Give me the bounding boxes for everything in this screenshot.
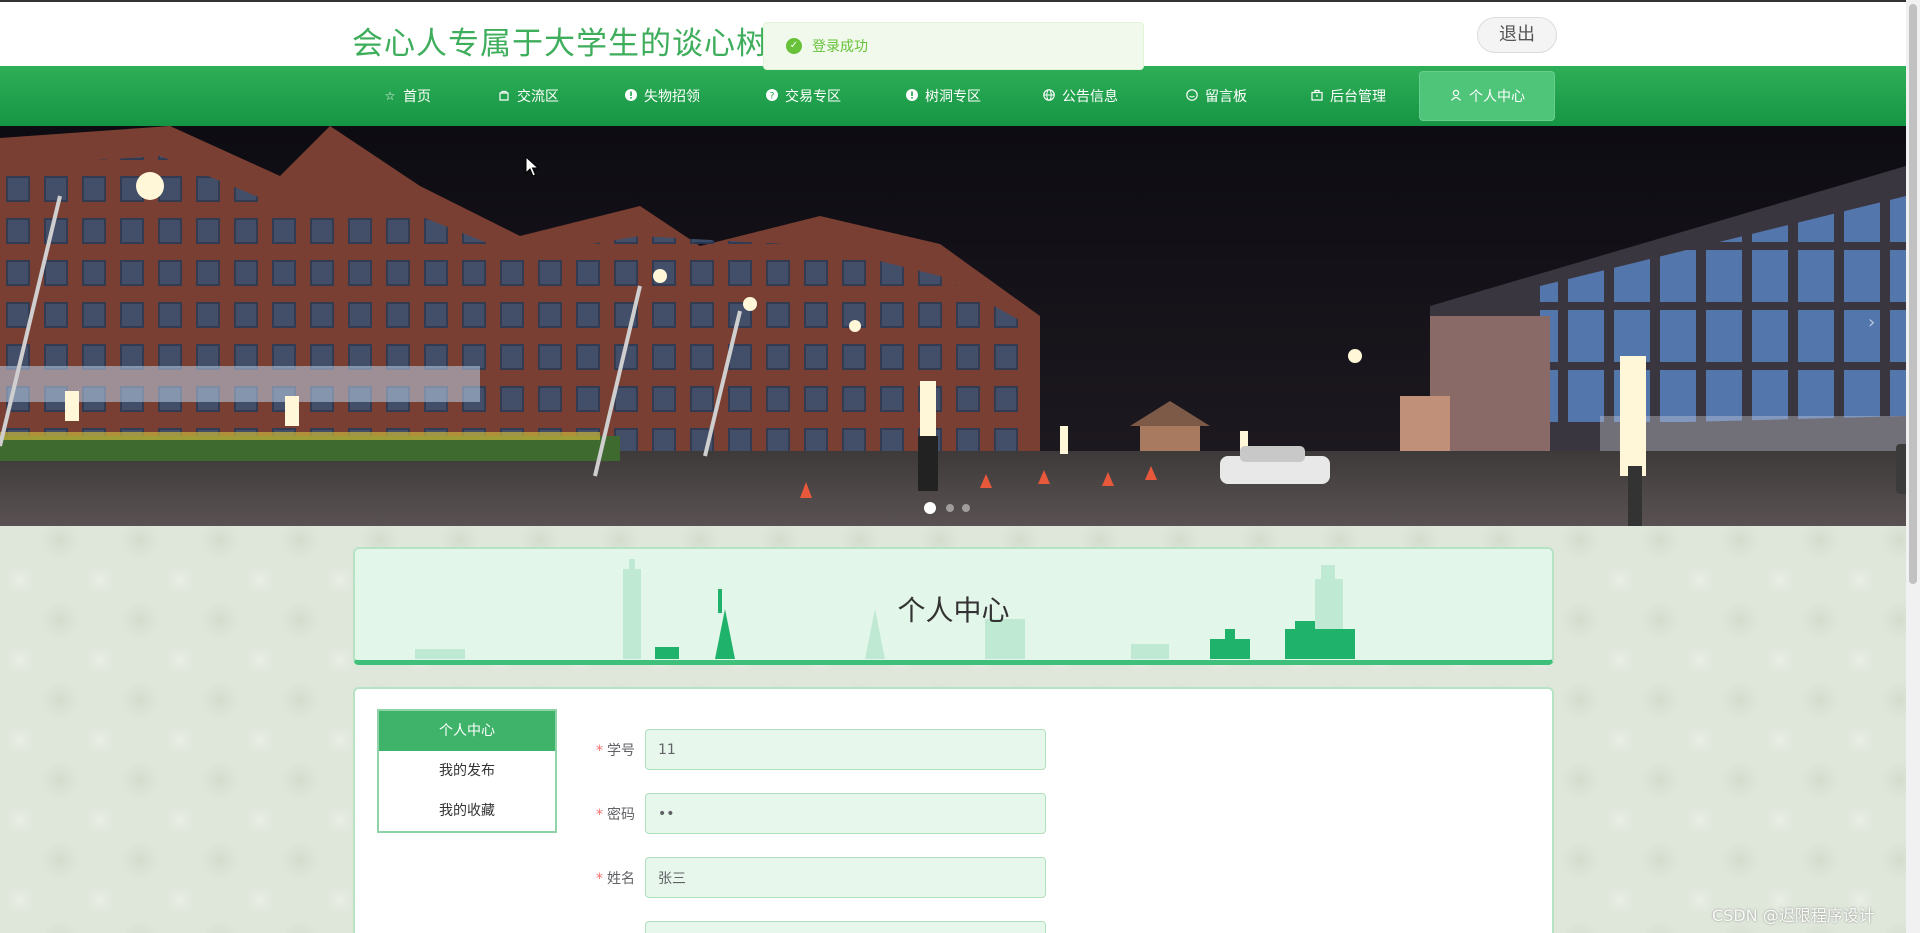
nav-item-forum[interactable]: 交流区 <box>488 71 568 121</box>
site-title: 会心人专属于大学生的谈心树洞 <box>352 26 800 62</box>
nav-item-home[interactable]: ☆ 首页 <box>372 71 442 121</box>
login-success-toast: ✓ 登录成功 <box>763 22 1144 70</box>
student-id-field[interactable] <box>645 729 1046 770</box>
profile-card: 个人中心 我的发布 我的收藏 *学号 *密码 *姓名 <box>353 687 1554 933</box>
nav-item-message-board[interactable]: 留言板 <box>1176 71 1256 121</box>
required-asterisk: * <box>596 806 603 823</box>
side-menu-item-my-favorites[interactable]: 我的收藏 <box>379 791 555 831</box>
required-asterisk: * <box>596 742 603 759</box>
nav-item-notice[interactable]: 公告信息 <box>1035 71 1125 121</box>
nav-item-treehole[interactable]: 树洞专区 <box>893 71 993 121</box>
question-icon: ? <box>765 89 779 103</box>
nav-label: 交流区 <box>517 89 559 105</box>
profile-side-menu: 个人中心 我的发布 我的收藏 <box>377 709 557 833</box>
info-icon <box>624 89 638 103</box>
student-id-label: * 学号 <box>585 740 645 760</box>
nav-label: 留言板 <box>1205 89 1247 105</box>
nav-label: 首页 <box>403 89 431 105</box>
check-circle-icon: ✓ <box>786 38 802 54</box>
chat-icon <box>1185 89 1199 103</box>
name-label: * 姓名 <box>585 868 645 888</box>
mouse-cursor-icon <box>525 156 539 177</box>
csdn-watermark: CSDN @迟限程序设计 <box>1712 906 1875 925</box>
field-label-text: 密码 <box>607 806 635 823</box>
briefcase-icon <box>1310 89 1324 103</box>
form-row-name: * 姓名 <box>585 857 1046 898</box>
section-title: 个人中心 <box>897 594 1010 627</box>
password-field[interactable] <box>645 793 1046 834</box>
globe-icon <box>1042 89 1056 103</box>
nav-item-admin[interactable]: 后台管理 <box>1303 71 1393 121</box>
form-row-password: * 密码 <box>585 793 1046 834</box>
side-menu-item-my-posts[interactable]: 我的发布 <box>379 751 555 791</box>
nav-label: 公告信息 <box>1062 89 1118 105</box>
nav-label: 个人中心 <box>1469 89 1525 105</box>
field-label-text: 学号 <box>607 742 635 759</box>
name-field[interactable] <box>645 857 1046 898</box>
svg-text:?: ? <box>770 91 775 101</box>
form-row-next <box>585 921 1046 933</box>
nav-label: 交易专区 <box>785 89 841 105</box>
nav-item-lost-found[interactable]: 失物招领 <box>612 71 712 121</box>
nav-item-trade[interactable]: ? 交易专区 <box>753 71 853 121</box>
side-menu-item-profile[interactable]: 个人中心 <box>379 711 555 751</box>
nav-label: 失物招领 <box>644 89 700 105</box>
field-label-text: 姓名 <box>607 870 635 887</box>
svg-text:›: › <box>1868 312 1875 333</box>
info-icon <box>905 89 919 103</box>
scrollbar-thumb[interactable] <box>1909 4 1917 584</box>
toast-message: 登录成功 <box>812 39 868 55</box>
nav-label: 后台管理 <box>1330 89 1386 105</box>
nav-label: 树洞专区 <box>925 89 981 105</box>
carousel-dot-active <box>924 502 936 514</box>
campus-night-photo: › <box>0 126 1906 526</box>
section-header-card: 个人中心 <box>353 547 1554 665</box>
user-icon <box>1449 89 1463 103</box>
nav-item-profile[interactable]: 个人中心 <box>1419 71 1555 121</box>
bag-icon <box>497 89 511 103</box>
form-row-student-id: * 学号 <box>585 729 1046 770</box>
password-label: * 密码 <box>585 804 645 824</box>
required-asterisk: * <box>596 870 603 887</box>
logout-button[interactable]: 退出 <box>1477 17 1557 53</box>
star-icon: ☆ <box>384 89 396 103</box>
page-scrollbar[interactable] <box>1906 0 1920 933</box>
next-field[interactable] <box>645 921 1046 933</box>
main-nav: ☆ 首页 交流区 失物招领 ? 交易专区 树洞专区 公告信息 留言板 后台管理 … <box>0 66 1906 126</box>
banner-carousel[interactable]: › <box>0 126 1906 526</box>
